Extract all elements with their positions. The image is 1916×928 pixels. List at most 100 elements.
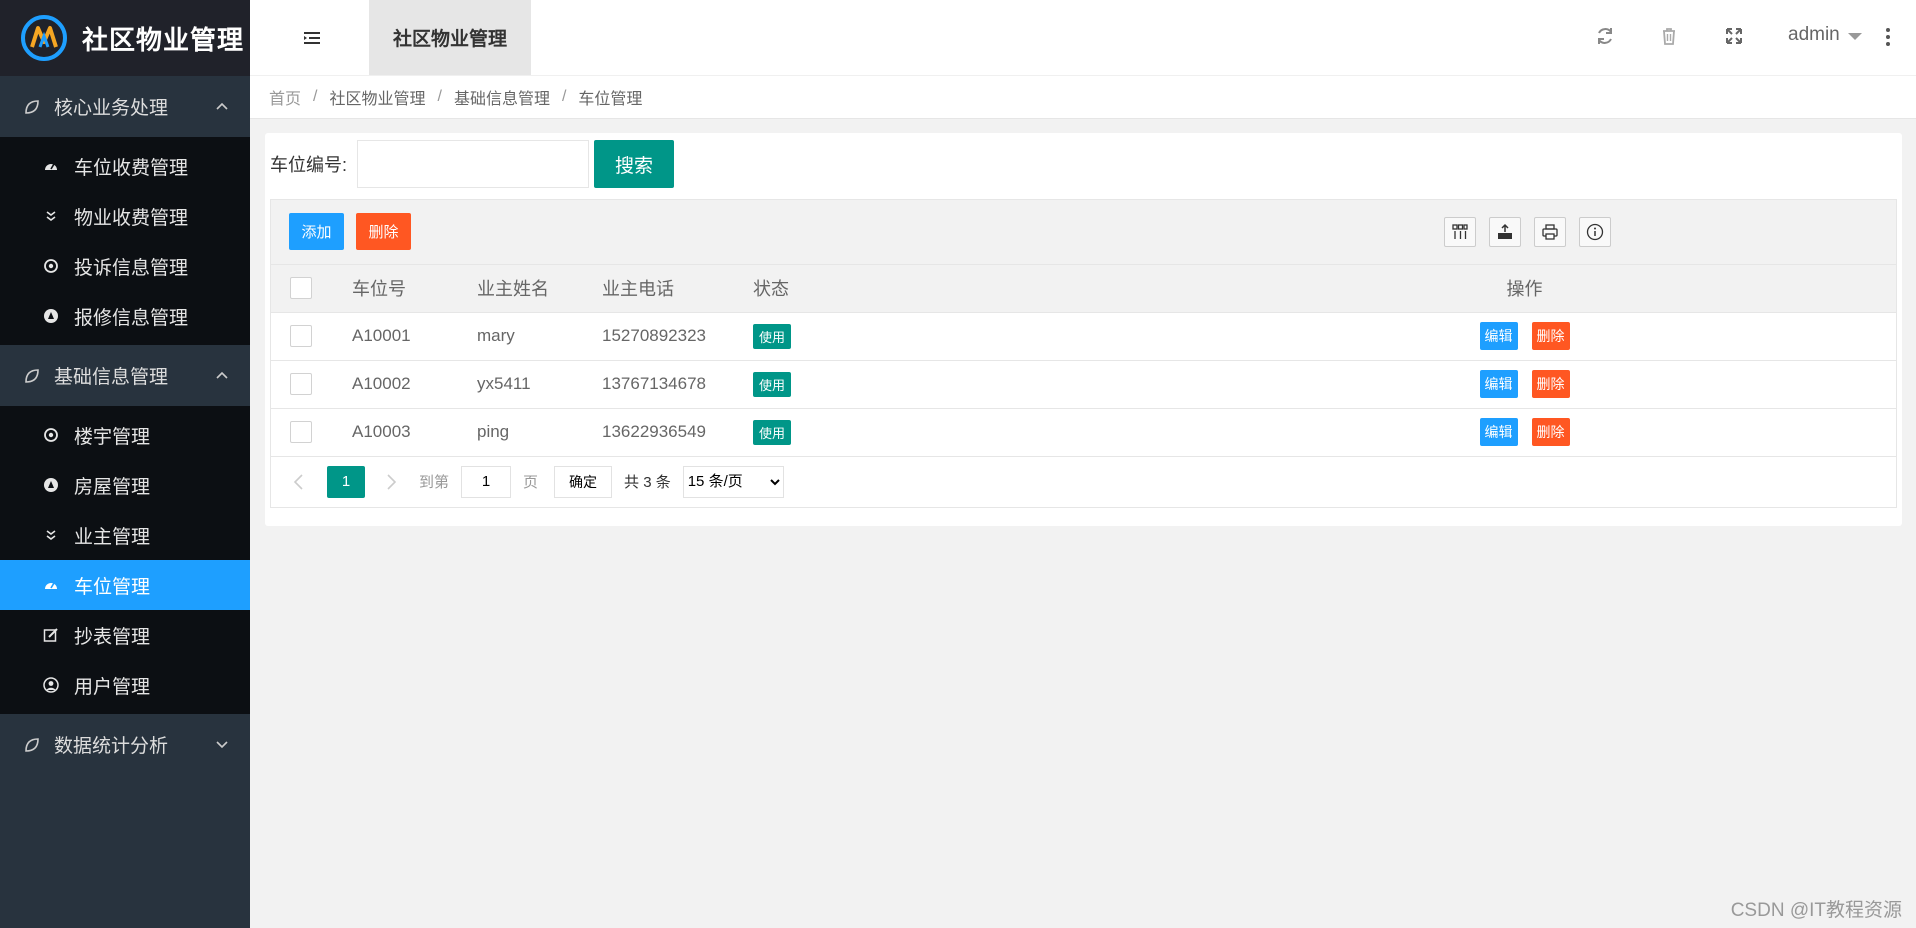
column-header[interactable]: 车位号 <box>352 265 477 313</box>
cell-parking-no: A10002 <box>352 360 477 409</box>
column-header[interactable]: 业主电话 <box>602 265 753 313</box>
breadcrumb-separator: / <box>437 88 442 105</box>
sidebar-item-complaints[interactable]: 投诉信息管理 <box>0 241 250 291</box>
goto-prefix: 到第 <box>419 474 450 491</box>
sidebar-group-stats[interactable]: 数据统计分析 <box>0 714 250 775</box>
cell-owner-phone: 13622936549 <box>602 408 753 457</box>
sidebar-submenu-basic: 楼宇管理 房屋管理 业主管理 车位管理 抄表管理 用户管理 <box>0 406 250 714</box>
print-icon[interactable] <box>1534 217 1566 247</box>
breadcrumb-item[interactable]: 首页 <box>269 85 301 109</box>
cell-state: 使用 <box>753 408 1153 457</box>
sidebar-item-label: 楼宇管理 <box>74 426 151 448</box>
sidebar-item-parking-fee[interactable]: 车位收费管理 <box>0 141 250 191</box>
total-count: 共 3 条 <box>624 474 671 491</box>
sidebar-item-label: 车位管理 <box>74 576 151 598</box>
leaf-icon <box>25 99 39 114</box>
sidebar-item-meter[interactable]: 抄表管理 <box>0 610 250 660</box>
double-chevron-icon <box>42 526 60 544</box>
sidebar-group-label: 核心业务处理 <box>54 98 169 119</box>
breadcrumb-item[interactable]: 基础信息管理 <box>454 85 550 109</box>
breadcrumb-item[interactable]: 社区物业管理 <box>329 85 425 109</box>
menu-toggle-icon[interactable] <box>300 26 324 50</box>
cell-state: 使用 <box>753 312 1153 361</box>
leaf-icon <box>25 737 39 752</box>
caret-down-icon <box>1847 33 1862 40</box>
edit-button[interactable]: 编辑 <box>1479 322 1518 350</box>
next-page-icon[interactable] <box>381 472 401 492</box>
row-checkbox[interactable] <box>290 373 312 395</box>
sidebar-item-houses[interactable]: 房屋管理 <box>0 460 250 510</box>
breadcrumb-current: 车位管理 <box>578 91 643 108</box>
page-current[interactable]: 1 <box>327 465 365 498</box>
cell-owner-phone: 13767134678 <box>602 360 753 409</box>
parking-table: 车位号 业主姓名 业主电话 状态 操作 A10001 mary 15270892… <box>271 265 1896 457</box>
page-size-select[interactable]: 15 条/页 <box>682 465 784 498</box>
cell-owner-phone: 15270892323 <box>602 312 753 361</box>
fullscreen-icon[interactable] <box>1722 24 1746 48</box>
username: admin <box>1788 24 1840 45</box>
cell-state: 使用 <box>753 360 1153 409</box>
column-header: 操作 <box>1153 265 1896 313</box>
sidebar-group-label: 数据统计分析 <box>54 736 169 757</box>
columns-filter-icon[interactable] <box>1444 217 1476 247</box>
column-header[interactable]: 状态 <box>753 265 1153 313</box>
pagination: 1 到第 页 确定 共 3 条 15 条/页 <box>271 457 1896 507</box>
sidebar-item-label: 报修信息管理 <box>74 307 189 329</box>
table-row: A10003 ping 13622936549 使用 编辑 删除 <box>271 408 1896 457</box>
delete-button[interactable]: 删除 <box>1531 322 1570 350</box>
sidebar-item-label: 车位收费管理 <box>74 157 189 179</box>
prev-page-icon[interactable] <box>289 472 309 492</box>
row-checkbox[interactable] <box>290 325 312 347</box>
row-checkbox[interactable] <box>290 421 312 443</box>
sidebar-item-label: 抄表管理 <box>74 626 151 648</box>
sidebar-item-property-fee[interactable]: 物业收费管理 <box>0 191 250 241</box>
table-toolbar: 添加 删除 <box>271 200 1896 265</box>
select-all-checkbox[interactable] <box>290 277 312 300</box>
parking-number-input[interactable] <box>357 140 590 188</box>
batch-delete-button[interactable]: 删除 <box>356 213 411 250</box>
add-button[interactable]: 添加 <box>289 213 344 250</box>
dashboard-icon <box>42 157 60 175</box>
header-tab[interactable]: 社区物业管理 <box>369 0 531 75</box>
trash-icon[interactable] <box>1657 24 1681 48</box>
user-menu[interactable]: admin <box>1788 24 1862 46</box>
cell-actions: 编辑 删除 <box>1153 360 1896 409</box>
goto-page-input[interactable] <box>461 465 512 498</box>
sidebar-submenu-core: 车位收费管理 物业收费管理 投诉信息管理 报修信息管理 <box>0 137 250 345</box>
compass-icon <box>42 307 60 325</box>
more-vertical-icon[interactable] <box>1883 26 1893 48</box>
edit-button[interactable]: 编辑 <box>1479 418 1518 446</box>
sidebar-group-label: 基础信息管理 <box>54 367 169 388</box>
sidebar-group-basic[interactable]: 基础信息管理 <box>0 345 250 406</box>
delete-button[interactable]: 删除 <box>1531 370 1570 398</box>
table-row: A10002 yx5411 13767134678 使用 编辑 删除 <box>271 360 1896 409</box>
export-icon[interactable] <box>1489 217 1521 247</box>
search-button[interactable]: 搜索 <box>594 140 675 188</box>
sidebar-item-repairs[interactable]: 报修信息管理 <box>0 291 250 341</box>
double-chevron-icon <box>42 207 60 225</box>
logo-icon <box>21 15 67 61</box>
row-select-cell <box>271 360 352 409</box>
sidebar-group-core[interactable]: 核心业务处理 <box>0 76 250 137</box>
sidebar-item-label: 物业收费管理 <box>74 207 189 229</box>
refresh-icon[interactable] <box>1593 24 1617 48</box>
column-header[interactable]: 业主姓名 <box>477 265 602 313</box>
sidebar-item-label: 房屋管理 <box>74 476 151 498</box>
sidebar-item-buildings[interactable]: 楼宇管理 <box>0 410 250 460</box>
circle-dot-icon <box>42 257 60 275</box>
dashboard-icon <box>42 576 60 594</box>
sidebar-item-users[interactable]: 用户管理 <box>0 660 250 710</box>
edit-button[interactable]: 编辑 <box>1479 370 1518 398</box>
cell-parking-no: A10003 <box>352 408 477 457</box>
circle-dot-icon <box>42 426 60 444</box>
sidebar-item-owners[interactable]: 业主管理 <box>0 510 250 560</box>
goto-suffix: 页 <box>523 474 539 491</box>
sidebar-item-label: 用户管理 <box>74 676 151 698</box>
sidebar-item-label: 业主管理 <box>74 526 151 548</box>
sidebar-item-parking[interactable]: 车位管理 <box>0 560 250 610</box>
status-badge: 使用 <box>753 371 792 397</box>
goto-confirm-button[interactable]: 确定 <box>554 465 613 498</box>
delete-button[interactable]: 删除 <box>1531 418 1570 446</box>
info-icon[interactable] <box>1579 217 1611 247</box>
sidebar: 社区物业管理 核心业务处理 车位收费管理 物业收费管理 投诉信息管理 报修信息管… <box>0 0 250 928</box>
